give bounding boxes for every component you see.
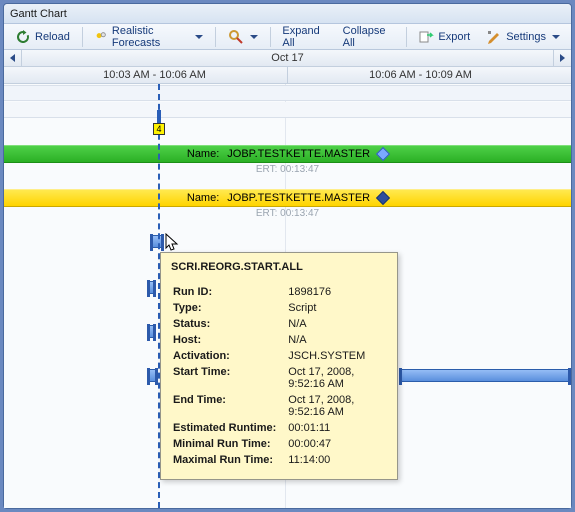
tooltip-val: Script: [288, 301, 385, 315]
dropdown-icon: [195, 35, 203, 39]
gantt-task[interactable]: [151, 235, 163, 248]
chevron-left-icon: [10, 54, 15, 62]
tooltip-key: Estimated Runtime:: [173, 421, 286, 435]
tooltip-val: JSCH.SYSTEM: [288, 349, 385, 363]
tooltip-key: Host:: [173, 333, 286, 347]
settings-icon: [486, 29, 502, 45]
toolbar: Reload Realistic Forecasts Expand All Co…: [4, 24, 571, 50]
window-title: Gantt Chart: [10, 8, 67, 20]
toolbar-separator: [82, 27, 83, 47]
export-label: Export: [438, 31, 470, 43]
tooltip-key: Start Time:: [173, 365, 286, 391]
gantt-task[interactable]: [148, 281, 155, 294]
reload-icon: [15, 29, 31, 45]
tooltip-key: Type:: [173, 301, 286, 315]
date-header: Oct 17: [4, 50, 571, 67]
tooltip-val: N/A: [288, 333, 385, 347]
date-label: Oct 17: [22, 52, 553, 64]
tooltip-title: SCRI.REORG.START.ALL: [171, 261, 387, 273]
now-indicator: 4: [153, 110, 163, 136]
export-icon: [418, 29, 434, 45]
realistic-label: Realistic Forecasts: [112, 25, 189, 49]
tooltip-key: Minimal Run Time:: [173, 437, 286, 451]
gantt-group-bar-green[interactable]: Name: JOBP.TESTKETTE.MASTER: [4, 145, 571, 163]
tooltip-key: Run ID:: [173, 285, 286, 299]
bar-label-key: Name:: [187, 148, 219, 160]
scroll-left-button[interactable]: [4, 50, 22, 66]
forecast-icon: [95, 29, 108, 45]
time-range-cell: 10:06 AM - 10:09 AM: [288, 67, 553, 83]
toolbar-separator: [270, 27, 271, 47]
gantt-group-bar-yellow[interactable]: Name: JOBP.TESTKETTE.MASTER: [4, 189, 571, 207]
reload-button[interactable]: Reload: [8, 26, 77, 48]
tooltip-table: Run ID:1898176 Type:Script Status:N/A Ho…: [171, 283, 387, 469]
realistic-forecasts-button[interactable]: Realistic Forecasts: [88, 26, 210, 48]
find-button[interactable]: [221, 26, 265, 48]
tooltip-val: Oct 17, 2008, 9:52:16 AM: [288, 393, 385, 419]
scroll-right-button[interactable]: [553, 50, 571, 66]
time-header: 10:03 AM - 10:06 AM 10:06 AM - 10:09 AM: [4, 67, 571, 84]
gantt-task[interactable]: [148, 369, 157, 382]
gantt-task[interactable]: [148, 325, 155, 338]
task-tooltip: SCRI.REORG.START.ALL Run ID:1898176 Type…: [160, 252, 398, 480]
tooltip-val: Oct 17, 2008, 9:52:16 AM: [288, 365, 385, 391]
ert-label: ERT: 00:13:47: [4, 207, 571, 221]
gantt-scale-row: [4, 102, 571, 118]
tooltip-val: 11:14:00: [288, 453, 385, 467]
gantt-scale-row: [4, 85, 571, 101]
bar-label-key: Name:: [187, 192, 219, 204]
gantt-area[interactable]: Name: JOBP.TESTKETTE.MASTER ERT: 00:13:4…: [4, 84, 571, 508]
now-badge: 4: [153, 123, 165, 135]
reload-label: Reload: [35, 31, 70, 43]
expand-all-label: Expand All: [282, 25, 326, 49]
tooltip-key: Activation:: [173, 349, 286, 363]
tooltip-key: Maximal Run Time:: [173, 453, 286, 467]
search-icon: [228, 29, 244, 45]
dropdown-icon: [552, 35, 560, 39]
bar-label-name: JOBP.TESTKETTE.MASTER: [227, 192, 370, 204]
collapse-all-button[interactable]: Collapse All: [336, 26, 399, 48]
expand-all-button[interactable]: Expand All: [275, 26, 333, 48]
tooltip-key: End Time:: [173, 393, 286, 419]
collapse-all-label: Collapse All: [343, 25, 392, 49]
gantt-window: Gantt Chart Reload Realistic Forecasts E…: [3, 3, 572, 509]
toolbar-separator: [406, 27, 407, 47]
export-button[interactable]: Export: [411, 26, 477, 48]
window-titlebar: Gantt Chart: [4, 4, 571, 24]
diamond-marker-icon: [376, 191, 390, 205]
settings-button[interactable]: Settings: [479, 26, 567, 48]
gantt-task[interactable]: [400, 369, 570, 382]
chevron-right-icon: [560, 54, 565, 62]
settings-label: Settings: [506, 31, 546, 43]
mouse-cursor-icon: [165, 233, 179, 253]
diamond-marker-icon: [376, 147, 390, 161]
toolbar-separator: [215, 27, 216, 47]
time-range-cell: 10:03 AM - 10:06 AM: [22, 67, 288, 83]
ert-label: ERT: 00:13:47: [4, 163, 571, 177]
tooltip-val: 00:01:11: [288, 421, 385, 435]
bar-label-name: JOBP.TESTKETTE.MASTER: [227, 148, 370, 160]
dropdown-icon: [250, 35, 258, 39]
tooltip-val: 1898176: [288, 285, 385, 299]
tooltip-val: N/A: [288, 317, 385, 331]
tooltip-val: 00:00:47: [288, 437, 385, 451]
tooltip-key: Status:: [173, 317, 286, 331]
